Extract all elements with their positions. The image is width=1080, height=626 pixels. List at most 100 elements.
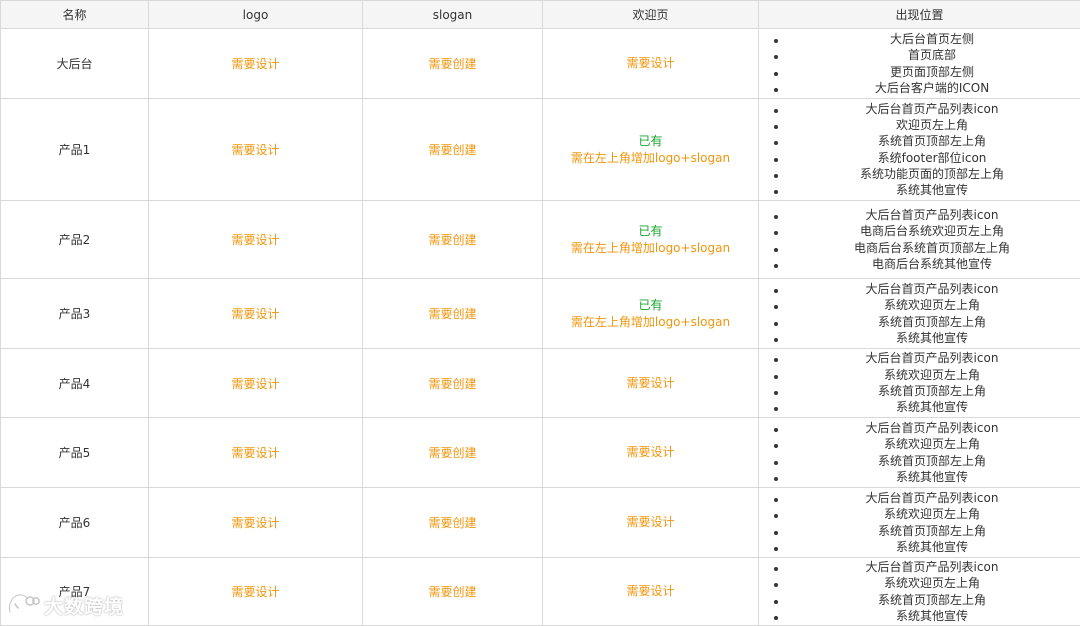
row-name: 产品6 <box>0 487 149 558</box>
row-name: 产品1 <box>0 98 149 201</box>
welcome-status-line: 需要设计 <box>626 445 675 459</box>
row-positions: 大后台首页产品列表icon 系统欢迎页左上角 系统首页顶部左上角 系统其他宣传 <box>758 417 1080 488</box>
position-item: 系统其他宣传 <box>774 182 1080 198</box>
table-row: 产品1 需要设计 需要创建 已有 需在左上角增加logo+slogan 大后台首… <box>0 98 1080 201</box>
row-logo-status: 需要设计 <box>148 557 363 626</box>
table-row: 产品5 需要设计 需要创建 需要设计 大后台首页产品列表icon 系统欢迎页左上… <box>0 417 1080 488</box>
table-row: 产品7 需要设计 需要创建 需要设计 大后台首页产品列表icon 系统欢迎页左上… <box>0 557 1080 626</box>
position-item: 系统首页顶部左上角 <box>774 592 1080 608</box>
row-name: 产品3 <box>0 278 149 349</box>
welcome-note-line: 需在左上角增加logo+slogan <box>570 314 731 329</box>
row-logo-status: 需要设计 <box>148 417 363 488</box>
brand-asset-table: 名称 logo slogan 欢迎页 出现位置 大后台 需要设计 需要创建 需要… <box>0 0 1080 626</box>
position-item: 系统首页顶部左上角 <box>774 523 1080 539</box>
row-logo-status: 需要设计 <box>148 98 363 201</box>
position-item: 电商后台系统欢迎页左上角 <box>774 223 1080 239</box>
row-name: 产品4 <box>0 348 149 418</box>
row-name: 产品7 <box>0 557 149 626</box>
table-row: 大后台 需要设计 需要创建 需要设计 大后台首页左侧 首页底部 更页面顶部左侧 … <box>0 28 1080 99</box>
position-item: 系统首页顶部左上角 <box>774 383 1080 399</box>
position-item: 大后台首页产品列表icon <box>774 490 1080 506</box>
position-item: 电商后台系统其他宣传 <box>774 256 1080 272</box>
row-logo-status: 需要设计 <box>148 278 363 349</box>
position-item: 大后台客户端的ICON <box>774 80 1080 96</box>
position-item: 大后台首页产品列表icon <box>774 559 1080 575</box>
row-slogan-status: 需要创建 <box>362 200 543 279</box>
position-item: 系统欢迎页左上角 <box>774 575 1080 591</box>
row-positions: 大后台首页产品列表icon 系统欢迎页左上角 系统首页顶部左上角 系统其他宣传 <box>758 557 1080 626</box>
position-item: 系统首页顶部左上角 <box>774 314 1080 330</box>
position-list: 大后台首页产品列表icon 欢迎页左上角 系统首页顶部左上角 系统footer部… <box>759 101 1080 199</box>
table-row: 产品6 需要设计 需要创建 需要设计 大后台首页产品列表icon 系统欢迎页左上… <box>0 487 1080 558</box>
row-welcome-status: 需要设计 <box>542 487 759 558</box>
position-item: 系统其他宣传 <box>774 539 1080 555</box>
position-list: 大后台首页产品列表icon 系统欢迎页左上角 系统首页顶部左上角 系统其他宣传 <box>759 559 1080 624</box>
row-logo-status: 需要设计 <box>148 487 363 558</box>
position-item: 系统首页顶部左上角 <box>774 133 1080 149</box>
row-name: 产品5 <box>0 417 149 488</box>
position-item: 系统功能页面的顶部左上角 <box>774 166 1080 182</box>
row-positions: 大后台首页产品列表icon 系统欢迎页左上角 系统首页顶部左上角 系统其他宣传 <box>758 348 1080 418</box>
row-logo-status: 需要设计 <box>148 348 363 418</box>
row-positions: 大后台首页左侧 首页底部 更页面顶部左侧 大后台客户端的ICON <box>758 28 1080 99</box>
row-slogan-status: 需要创建 <box>362 417 543 488</box>
position-item: 系统其他宣传 <box>774 608 1080 624</box>
position-item: 系统其他宣传 <box>774 469 1080 485</box>
position-list: 大后台首页产品列表icon 系统欢迎页左上角 系统首页顶部左上角 系统其他宣传 <box>759 420 1080 485</box>
row-slogan-status: 需要创建 <box>362 487 543 558</box>
welcome-note-line: 需在左上角增加logo+slogan <box>570 240 731 255</box>
position-item: 系统其他宣传 <box>774 399 1080 415</box>
row-positions: 大后台首页产品列表icon 系统欢迎页左上角 系统首页顶部左上角 系统其他宣传 <box>758 278 1080 349</box>
position-item: 系统其他宣传 <box>774 330 1080 346</box>
position-item: 系统欢迎页左上角 <box>774 436 1080 452</box>
position-item: 系统首页顶部左上角 <box>774 453 1080 469</box>
table-header-row: 名称 logo slogan 欢迎页 出现位置 <box>0 0 1080 29</box>
position-list: 大后台首页左侧 首页底部 更页面顶部左侧 大后台客户端的ICON <box>759 31 1080 96</box>
header-name: 名称 <box>0 0 149 29</box>
row-positions: 大后台首页产品列表icon 系统欢迎页左上角 系统首页顶部左上角 系统其他宣传 <box>758 487 1080 558</box>
row-welcome-status: 需要设计 <box>542 28 759 99</box>
position-item: 电商后台系统首页顶部左上角 <box>774 240 1080 256</box>
position-item: 系统欢迎页左上角 <box>774 506 1080 522</box>
position-item: 大后台首页产品列表icon <box>774 281 1080 297</box>
row-slogan-status: 需要创建 <box>362 98 543 201</box>
position-item: 大后台首页产品列表icon <box>774 420 1080 436</box>
table-row: 产品4 需要设计 需要创建 需要设计 大后台首页产品列表icon 系统欢迎页左上… <box>0 348 1080 418</box>
row-welcome-status: 需要设计 <box>542 348 759 418</box>
table-row: 产品3 需要设计 需要创建 已有 需在左上角增加logo+slogan 大后台首… <box>0 278 1080 349</box>
header-slogan: slogan <box>362 0 543 29</box>
row-name: 产品2 <box>0 200 149 279</box>
row-welcome-status: 已有 需在左上角增加logo+slogan <box>542 98 759 201</box>
position-item: 大后台首页产品列表icon <box>774 207 1080 223</box>
welcome-note-line: 需在左上角增加logo+slogan <box>570 150 731 165</box>
position-list: 大后台首页产品列表icon 系统欢迎页左上角 系统首页顶部左上角 系统其他宣传 <box>759 350 1080 415</box>
position-item: 系统欢迎页左上角 <box>774 367 1080 383</box>
row-welcome-status: 已有 需在左上角增加logo+slogan <box>542 200 759 279</box>
welcome-status-line: 需要设计 <box>626 375 675 390</box>
header-positions: 出现位置 <box>758 0 1080 29</box>
row-slogan-status: 需要创建 <box>362 28 543 99</box>
row-positions: 大后台首页产品列表icon 欢迎页左上角 系统首页顶部左上角 系统footer部… <box>758 98 1080 201</box>
row-welcome-status: 需要设计 <box>542 557 759 626</box>
row-welcome-status: 已有 需在左上角增加logo+slogan <box>542 278 759 349</box>
welcome-status-line: 已有 <box>638 133 663 148</box>
header-logo: logo <box>148 0 363 29</box>
welcome-status-line: 需要设计 <box>626 56 675 70</box>
position-item: 首页底部 <box>774 47 1080 63</box>
welcome-status-line: 已有 <box>638 223 663 238</box>
position-item: 大后台首页左侧 <box>774 31 1080 47</box>
table-row: 产品2 需要设计 需要创建 已有 需在左上角增加logo+slogan 大后台首… <box>0 200 1080 279</box>
position-list: 大后台首页产品列表icon 电商后台系统欢迎页左上角 电商后台系统首页顶部左上角… <box>759 207 1080 272</box>
row-slogan-status: 需要创建 <box>362 557 543 626</box>
welcome-status-line: 需要设计 <box>626 515 675 529</box>
welcome-status-line: 需要设计 <box>626 584 675 598</box>
position-item: 系统欢迎页左上角 <box>774 297 1080 313</box>
position-item: 欢迎页左上角 <box>774 117 1080 133</box>
position-item: 大后台首页产品列表icon <box>774 101 1080 117</box>
row-slogan-status: 需要创建 <box>362 348 543 418</box>
row-slogan-status: 需要创建 <box>362 278 543 349</box>
header-welcome: 欢迎页 <box>542 0 759 29</box>
row-logo-status: 需要设计 <box>148 28 363 99</box>
position-item: 系统footer部位icon <box>774 150 1080 166</box>
position-list: 大后台首页产品列表icon 系统欢迎页左上角 系统首页顶部左上角 系统其他宣传 <box>759 281 1080 346</box>
